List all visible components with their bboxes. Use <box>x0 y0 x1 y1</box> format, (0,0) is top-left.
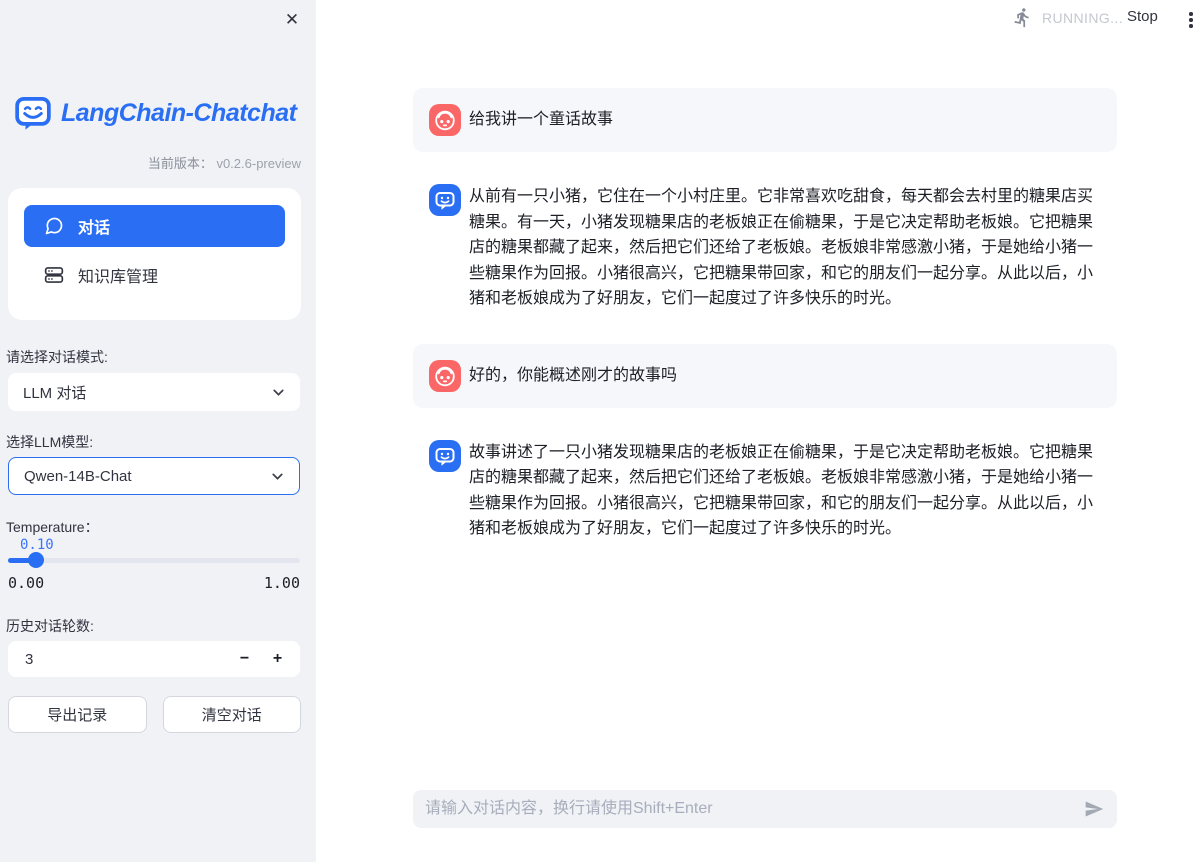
sidebar: ✕ LangChain-Chatchat 当前版本： v0.2.6-previe… <box>0 0 316 862</box>
llm-model-value: Qwen-14B-Chat <box>24 468 132 485</box>
message-text: 故事讲述了一只小猪发现糖果店的老板娘正在偷糖果，于是它决定帮助老板娘。它把糖果店… <box>469 440 1101 542</box>
temperature-value: 0.10 <box>20 537 54 553</box>
message-text: 给我讲一个童话故事 <box>469 110 1101 130</box>
dialogue-mode-select[interactable]: LLM 对话 <box>8 373 300 411</box>
llm-model-label: 选择LLM模型: <box>6 432 93 452</box>
version-label: 当前版本： <box>148 156 213 171</box>
nav-item-label: 知识库管理 <box>78 263 158 287</box>
nav-item-dialogue[interactable]: 对话 <box>24 205 285 247</box>
slider-range-labels: 0.00 1.00 <box>8 574 300 592</box>
user-message: 好的，你能概述刚才的故事吗 <box>413 344 1117 408</box>
send-button[interactable] <box>1081 796 1107 822</box>
plus-icon: + <box>273 650 282 668</box>
running-man-icon <box>1012 7 1033 28</box>
slider-min-label: 0.00 <box>8 574 44 592</box>
chat-input-bar <box>413 790 1117 828</box>
dialogue-mode-value: LLM 对话 <box>23 382 86 403</box>
assistant-message: 故事讲述了一只小猪发现糖果店的老板娘正在偷糖果，于是它决定帮助老板娘。它把糖果店… <box>413 432 1117 550</box>
temperature-label: Temperature： <box>6 517 99 537</box>
slider-thumb[interactable] <box>28 552 44 568</box>
overflow-menu-icon[interactable] <box>1183 10 1199 30</box>
clear-dialogue-button[interactable]: 清空对话 <box>163 696 302 733</box>
user-avatar-icon <box>429 104 461 136</box>
chevron-down-icon <box>269 468 286 485</box>
close-icon: ✕ <box>285 10 299 30</box>
app-logo: LangChain-Chatchat <box>13 93 296 133</box>
sidebar-action-buttons: 导出记录 清空对话 <box>8 696 301 733</box>
server-stack-icon <box>44 265 64 285</box>
message-text: 好的，你能概述刚才的故事吗 <box>469 366 1101 386</box>
logo-chat-bubble-icon <box>13 93 53 133</box>
stop-button[interactable]: Stop <box>1127 8 1158 25</box>
nav-item-knowledge-base[interactable]: 知识库管理 <box>24 254 285 296</box>
version-info: 当前版本： v0.2.6-preview <box>148 153 301 172</box>
chat-message-list: 给我讲一个童话故事 从前有一只小猪，它住在一个小村庄里。它非常喜欢吃甜食，每天都… <box>413 88 1117 574</box>
message-text: 从前有一只小猪，它住在一个小村庄里。它非常喜欢吃甜食，每天都会去村里的糖果店买糖… <box>469 184 1101 312</box>
user-avatar-icon <box>429 360 461 392</box>
slider-max-label: 1.00 <box>264 574 300 592</box>
assistant-avatar-icon <box>429 440 461 472</box>
increment-button[interactable]: + <box>261 644 294 674</box>
llm-model-select[interactable]: Qwen-14B-Chat <box>8 457 300 495</box>
running-status-text: RUNNING... <box>1042 10 1123 26</box>
decrement-button[interactable]: − <box>228 644 261 674</box>
chat-input[interactable] <box>413 790 1081 828</box>
history-rounds-label: 历史对话轮数: <box>6 616 94 636</box>
temperature-slider[interactable] <box>8 558 300 563</box>
assistant-avatar-icon <box>429 184 461 216</box>
nav-item-label: 对话 <box>78 214 110 238</box>
app-title: LangChain-Chatchat <box>61 99 296 128</box>
export-records-button[interactable]: 导出记录 <box>8 696 147 733</box>
send-arrow-icon <box>1084 799 1104 819</box>
assistant-message: 从前有一只小猪，它住在一个小村庄里。它非常喜欢吃甜食，每天都会去村里的糖果店买糖… <box>413 176 1117 320</box>
version-value: v0.2.6-preview <box>216 156 301 171</box>
user-message: 给我讲一个童话故事 <box>413 88 1117 152</box>
chevron-down-icon <box>270 384 287 401</box>
dialogue-mode-label: 请选择对话模式: <box>6 347 108 367</box>
history-rounds-input[interactable]: 3 − + <box>8 641 300 677</box>
nav-menu-card: 对话 知识库管理 <box>8 188 301 320</box>
chat-bubble-icon <box>44 216 64 236</box>
minus-icon: − <box>240 650 249 668</box>
history-rounds-value: 3 <box>25 651 228 668</box>
sidebar-close-button[interactable]: ✕ <box>280 8 304 32</box>
running-status: RUNNING... <box>1012 7 1123 28</box>
